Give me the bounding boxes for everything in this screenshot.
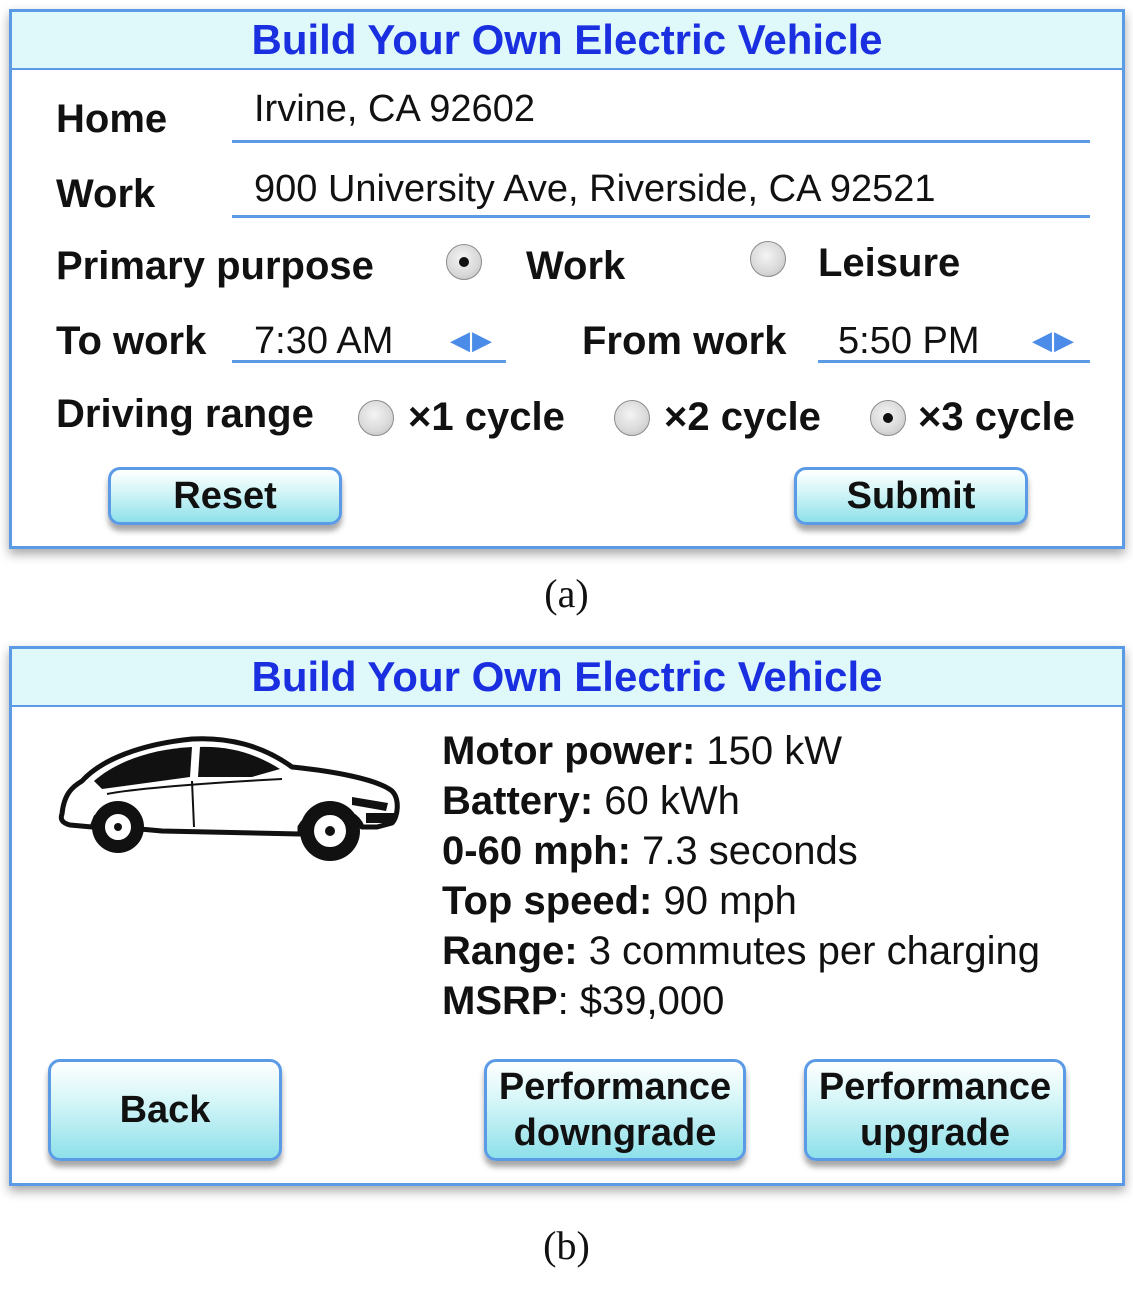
purpose-work-radio[interactable] (446, 244, 482, 280)
spec-motor-power: Motor power: 150 kW (442, 729, 843, 773)
range-x2-label[interactable]: ×2 cycle (664, 395, 821, 440)
performance-upgrade-button[interactable]: Performance upgrade (804, 1059, 1066, 1161)
downgrade-label-line1: Performance (498, 1066, 732, 1108)
to-work-label: To work (56, 319, 207, 363)
home-label: Home (56, 97, 168, 141)
from-work-label: From work (582, 319, 787, 363)
spec-msrp: MSRP: $39,000 (442, 979, 725, 1023)
purpose-leisure-radio[interactable] (750, 241, 786, 277)
home-input-underline (232, 140, 1090, 143)
downgrade-label-line2: downgrade (513, 1112, 717, 1154)
to-work-stepper-arrows-icon[interactable]: ◀▶ (450, 325, 494, 356)
range-x3-radio[interactable] (870, 400, 906, 436)
back-button[interactable]: Back (48, 1059, 282, 1161)
upgrade-label-line1: Performance (818, 1066, 1052, 1108)
range-x1-label[interactable]: ×1 cycle (408, 395, 565, 440)
range-x2-radio[interactable] (614, 400, 650, 436)
from-work-underline (818, 360, 1090, 363)
from-work-time[interactable]: 5:50 PM (838, 320, 980, 363)
spec-top-speed: Top speed: 90 mph (442, 879, 797, 923)
spec-range: Range: 3 commutes per charging (442, 929, 1041, 973)
panel-title: Build Your Own Electric Vehicle (12, 12, 1122, 70)
caption-b: (b) (543, 1223, 590, 1268)
spec-acceleration: 0-60 mph: 7.3 seconds (442, 829, 858, 873)
from-work-stepper-arrows-icon[interactable]: ◀▶ (1032, 325, 1076, 356)
spec-battery: Battery: 60 kWh (442, 779, 740, 823)
work-label: Work (56, 172, 156, 216)
purpose-leisure-label[interactable]: Leisure (818, 241, 960, 286)
home-input[interactable]: Irvine, CA 92602 (254, 88, 535, 131)
results-panel: Build Your Own Electric Vehicle Motor po… (9, 646, 1125, 1186)
panel-title: Build Your Own Electric Vehicle (12, 649, 1122, 707)
range-x1-radio[interactable] (358, 400, 394, 436)
submit-button[interactable]: Submit (794, 467, 1028, 525)
to-work-underline (232, 360, 506, 363)
purpose-work-label[interactable]: Work (526, 244, 625, 289)
caption-a: (a) (544, 571, 589, 616)
reset-button[interactable]: Reset (108, 467, 342, 525)
driving-range-label: Driving range (56, 392, 314, 436)
car-illustration-icon (58, 736, 400, 861)
work-input[interactable]: 900 University Ave, Riverside, CA 92521 (254, 168, 936, 211)
upgrade-label-line2: upgrade (860, 1112, 1010, 1154)
form-panel: Build Your Own Electric Vehicle Home Irv… (9, 9, 1125, 549)
performance-downgrade-button[interactable]: Performance downgrade (484, 1059, 746, 1161)
work-input-underline (232, 215, 1090, 218)
range-x3-label[interactable]: ×3 cycle (918, 395, 1075, 440)
primary-purpose-label: Primary purpose (56, 244, 374, 288)
to-work-time[interactable]: 7:30 AM (254, 320, 393, 363)
